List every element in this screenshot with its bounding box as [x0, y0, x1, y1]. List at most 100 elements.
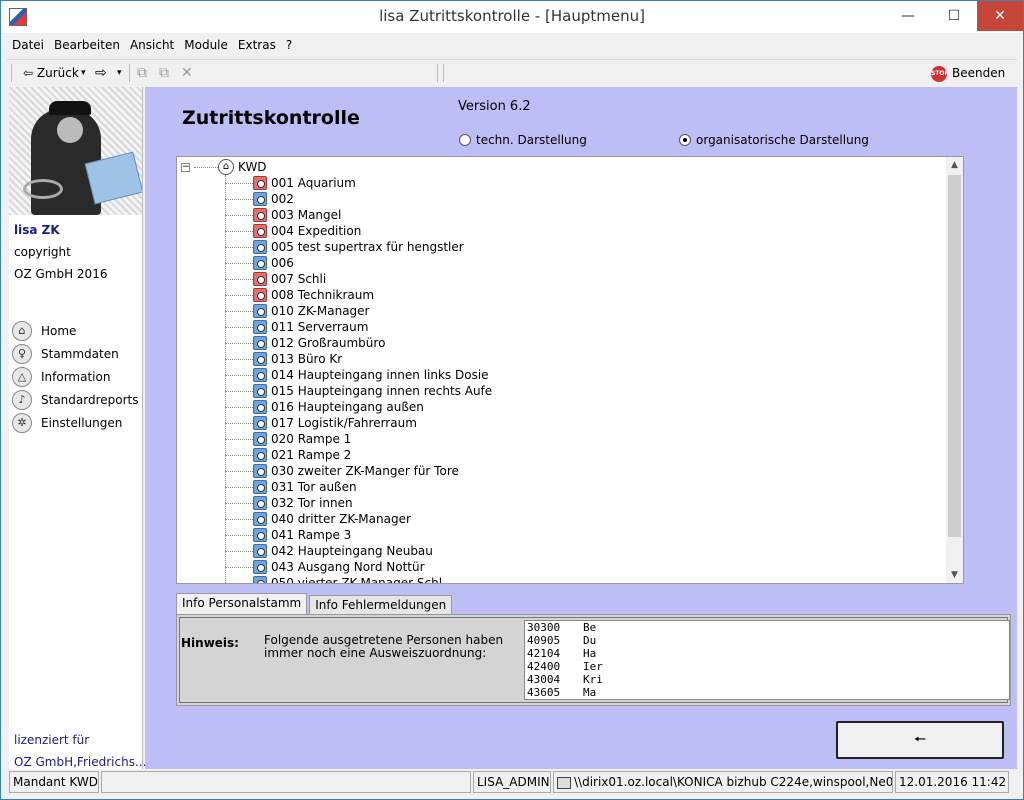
- maximize-button[interactable]: ☐: [931, 1, 977, 31]
- tree-item[interactable]: 043 Ausgang Nord Nottür: [225, 559, 945, 575]
- product-name: lisa ZK: [14, 223, 60, 237]
- back-arrow-button[interactable]: 🠔: [836, 721, 1004, 759]
- door-reader-icon: [253, 368, 267, 382]
- tree-item[interactable]: 008 Technikraum: [225, 287, 945, 303]
- door-reader-icon: [253, 384, 267, 398]
- device-tree[interactable]: − ⌂ KWD 001 Aquarium 002 003 Mangel 004 Exp…: [176, 156, 964, 584]
- minimize-button[interactable]: —: [885, 1, 931, 31]
- delete-icon[interactable]: ✕: [181, 63, 193, 83]
- tree-item[interactable]: 002: [225, 191, 945, 207]
- window-title: lisa Zutrittskontrolle - [Hauptmenu]: [379, 7, 645, 25]
- tree-item[interactable]: 017 Logistik/Fahrerraum: [225, 415, 945, 431]
- sidebar-item-einstellungen[interactable]: ✲ Einstellungen: [9, 411, 143, 434]
- radio-org-dot[interactable]: [679, 134, 691, 146]
- door-reader-icon: [253, 272, 267, 286]
- tree-item-label: 005 test supertrax für hengstler: [271, 240, 464, 254]
- menu-help[interactable]: ?: [281, 35, 297, 57]
- tree-item-label: 012 Großraumbüro: [271, 336, 386, 350]
- tree-item-label: 041 Rampe 3: [271, 528, 352, 542]
- tree-item[interactable]: 012 Großraumbüro: [225, 335, 945, 351]
- hint-text: Folgende ausgetretene Personen haben imm…: [264, 633, 504, 660]
- copy-icon[interactable]: ⧉: [137, 63, 147, 83]
- radio-tech-dot[interactable]: [459, 134, 471, 146]
- title-bar: lisa Zutrittskontrolle - [Hauptmenu] — ☐…: [1, 1, 1023, 33]
- list-item[interactable]: 43605 Ma: [525, 686, 1009, 699]
- menu-module[interactable]: Module: [179, 35, 233, 57]
- collapse-icon[interactable]: −: [181, 162, 190, 172]
- sidebar-item-stammdaten[interactable]: ♀ Stammdaten: [9, 342, 143, 365]
- exit-button[interactable]: STOP Beenden: [931, 63, 1005, 83]
- menu-extras[interactable]: Extras: [233, 35, 281, 57]
- tree-item[interactable]: 042 Haupteingang Neubau: [225, 543, 945, 559]
- status-printer-label: \\dirix01.oz.local\KONICA bizhub C224e,w…: [574, 775, 893, 789]
- door-reader-icon: [253, 336, 267, 350]
- tree-item[interactable]: 007 Schli: [225, 271, 945, 287]
- tree-item-label: 032 Tor innen: [271, 496, 353, 510]
- tree-item[interactable]: 003 Mangel: [225, 207, 945, 223]
- vertical-scrollbar[interactable]: ▲ ▼: [946, 157, 963, 583]
- menu-datei[interactable]: Datei: [7, 35, 49, 57]
- list-item[interactable]: 42400 Ier: [525, 660, 1009, 673]
- tree-item[interactable]: 031 Tor außen: [225, 479, 945, 495]
- toolbar-separator: [129, 64, 130, 82]
- back-dropdown-icon[interactable]: ▾: [81, 63, 86, 83]
- tree-item[interactable]: 015 Haupteingang innen rechts Aufe: [225, 383, 945, 399]
- menu-ansicht[interactable]: Ansicht: [125, 35, 179, 57]
- close-button[interactable]: ✕: [977, 1, 1023, 31]
- door-reader-icon: [253, 496, 267, 510]
- tree-item[interactable]: 013 Büro Kr: [225, 351, 945, 367]
- tree-root[interactable]: − ⌂ KWD: [181, 159, 267, 175]
- tree-item[interactable]: 030 zweiter ZK-Manger für Tore: [225, 463, 945, 479]
- door-reader-icon: [253, 176, 267, 190]
- person-id: 30300: [527, 621, 561, 634]
- tree-item[interactable]: 004 Expedition: [225, 223, 945, 239]
- door-reader-icon: [253, 208, 267, 222]
- tree-item[interactable]: 041 Rampe 3: [225, 527, 945, 543]
- tree-item-label: 003 Mangel: [271, 208, 342, 222]
- door-reader-icon: [253, 464, 267, 478]
- menu-bearbeiten[interactable]: Bearbeiten: [49, 35, 125, 57]
- list-item[interactable]: 40905 Du: [525, 634, 1009, 647]
- sidebar-item-label: Stammdaten: [41, 346, 119, 361]
- scroll-down-icon[interactable]: ▼: [946, 567, 963, 583]
- paste-icon[interactable]: ⧉: [159, 63, 169, 83]
- tree-item[interactable]: 006: [225, 255, 945, 271]
- forward-button[interactable]: ⇨: [95, 63, 107, 83]
- tree-item[interactable]: 032 Tor innen: [225, 495, 945, 511]
- list-item[interactable]: 42104 Ha: [525, 647, 1009, 660]
- tree-item[interactable]: 021 Rampe 2: [225, 447, 945, 463]
- tree-item[interactable]: 016 Haupteingang außen: [225, 399, 945, 415]
- radio-org-view[interactable]: organisatorische Darstellung: [679, 133, 869, 147]
- scroll-thumb[interactable]: [948, 175, 961, 537]
- licensed-for-label: lizenziert für: [14, 733, 90, 747]
- tree-item[interactable]: 020 Rampe 1: [225, 431, 945, 447]
- tree-item[interactable]: 040 dritter ZK-Manager: [225, 511, 945, 527]
- tree-items: 001 Aquarium 002 003 Mangel 004 Expedition 0…: [225, 175, 945, 583]
- back-button[interactable]: ⇦ Zurück: [23, 63, 79, 83]
- tree-item[interactable]: 050 vierter ZK-Manager Schl: [225, 575, 945, 583]
- sidebar-item-information[interactable]: △ Information: [9, 365, 143, 388]
- tree-item[interactable]: 005 test supertrax für hengstler: [225, 239, 945, 255]
- forward-dropdown-icon[interactable]: ▾: [117, 63, 122, 83]
- radio-tech-view[interactable]: techn. Darstellung: [459, 133, 587, 147]
- tree-item-label: 030 zweiter ZK-Manger für Tore: [271, 464, 459, 478]
- tree-item[interactable]: 011 Serverraum: [225, 319, 945, 335]
- tree-item[interactable]: 014 Haupteingang innen links Dosie: [225, 367, 945, 383]
- list-item[interactable]: 30300 Be: [525, 621, 1009, 634]
- info-icon: △: [12, 366, 32, 387]
- tree-item[interactable]: 010 ZK-Manager: [225, 303, 945, 319]
- sidebar-item-standardreports[interactable]: ♪ Standardreports: [9, 388, 143, 411]
- printer-icon: [557, 776, 571, 789]
- tree-item-label: 001 Aquarium: [271, 176, 356, 190]
- person-list[interactable]: 30300 Be 40905 Du 42104 Ha 42400 Ier 43004 Kri 436…: [524, 620, 1010, 700]
- tree-item[interactable]: 001 Aquarium: [225, 175, 945, 191]
- door-reader-icon: [253, 256, 267, 270]
- info-tabs: Info Personalstamm Info Fehlermeldungen: [176, 593, 454, 615]
- tab-personalstamm[interactable]: Info Personalstamm: [176, 593, 308, 615]
- door-reader-icon: [253, 512, 267, 526]
- door-reader-icon: [253, 240, 267, 254]
- scroll-up-icon[interactable]: ▲: [946, 157, 963, 173]
- tab-fehlermeldungen[interactable]: Info Fehlermeldungen: [309, 595, 453, 615]
- sidebar-item-home[interactable]: ⌂ Home: [9, 319, 143, 342]
- list-item[interactable]: 43004 Kri: [525, 673, 1009, 686]
